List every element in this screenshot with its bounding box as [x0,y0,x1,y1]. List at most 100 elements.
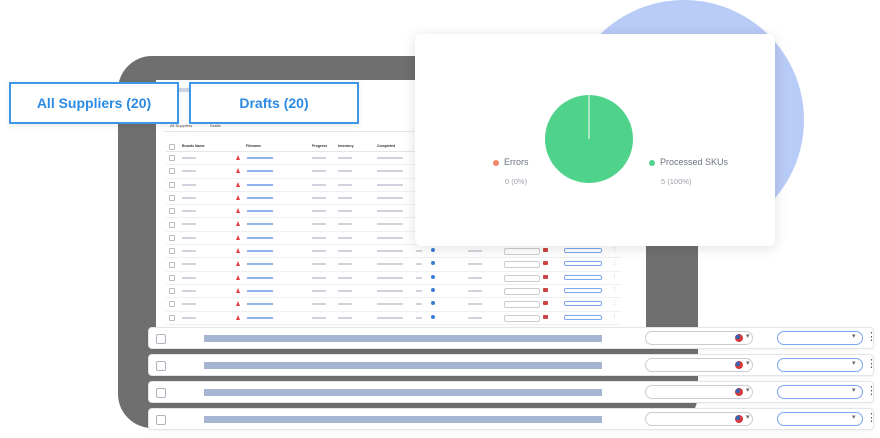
row-content-placeholder [204,389,602,396]
table-row[interactable]: ⋮ [166,245,621,259]
row-file-link[interactable] [247,263,273,266]
col-progress[interactable]: Progress [312,142,327,151]
chart-card: Errors 0 (0%) Processed SKUs 5 (100%) [415,34,775,246]
row-checkbox[interactable] [169,181,175,188]
action-select[interactable] [777,385,863,399]
col-filename[interactable]: Filename [246,142,261,151]
row-checkbox[interactable] [169,221,175,228]
warning-icon [236,194,240,200]
row-file-link[interactable] [247,316,273,319]
row-select[interactable] [504,287,540,295]
tab-drafts[interactable]: Drafts (20) [189,82,359,124]
warning-icon [236,301,240,307]
row-file-link[interactable] [247,170,273,173]
more-options-icon[interactable]: ⋮ [866,357,877,370]
row-select[interactable] [504,261,540,269]
row-file-link[interactable] [247,183,273,186]
table-row[interactable]: ▾ ▾ ⋮ [148,354,877,376]
more-icon[interactable]: ⋮ [612,299,617,308]
row-select[interactable] [504,248,540,256]
row-checkbox[interactable] [169,261,175,268]
legend-errors-label: Errors [504,157,529,167]
row-checkbox[interactable] [156,361,166,371]
action-select[interactable] [777,331,863,345]
row-brand-placeholder [182,223,196,226]
row-x [416,263,422,266]
row-checkbox[interactable] [169,195,175,202]
table-row[interactable]: ⋮ [166,298,621,312]
warning-icon [236,208,240,214]
row-checkbox[interactable] [156,388,166,398]
table-row[interactable]: ⋮ [166,312,621,325]
more-icon[interactable]: ⋮ [612,273,617,282]
more-icon[interactable]: ⋮ [612,313,617,322]
row-file-link[interactable] [247,223,273,226]
action-select[interactable] [777,358,863,372]
more-options-icon[interactable]: ⋮ [866,411,877,424]
row-progress [312,170,326,173]
row-completed [377,289,403,292]
row-checkbox[interactable] [169,208,175,215]
row-file-link[interactable] [247,276,273,279]
info-icon [431,301,435,306]
more-options-icon[interactable]: ⋮ [866,330,877,343]
table-row[interactable]: ⋮ [166,272,621,285]
row-inventory [338,183,352,186]
row-checkbox[interactable] [169,155,175,162]
row-action-select[interactable] [564,274,602,280]
row-inventory [338,316,352,319]
tab-all-suppliers[interactable]: All Suppliers (20) [9,82,179,124]
legend-processed-value: 5 (100%) [661,177,692,186]
row-checkbox[interactable] [156,334,166,344]
row-progress [312,210,326,213]
row-checkbox[interactable] [169,288,175,295]
row-checkbox[interactable] [169,234,175,241]
row-file-link[interactable] [247,250,273,253]
flag-icon [543,274,548,279]
row-action-select[interactable] [564,248,602,254]
row-select[interactable] [504,274,540,282]
row-file-link[interactable] [247,196,273,199]
row-brand-placeholder [182,170,196,173]
warning-icon [236,155,240,160]
row-checkbox[interactable] [169,314,175,321]
row-file-link[interactable] [247,236,273,239]
more-icon[interactable]: ⋮ [612,286,617,295]
row-checkbox[interactable] [156,415,166,425]
chevron-down-icon: ▾ [746,414,750,421]
col-inventory[interactable]: Inventory [338,142,354,151]
row-file-link[interactable] [247,289,273,292]
table-row[interactable]: ▾ ▾ ⋮ [148,327,877,349]
warning-icon [236,274,240,280]
row-checkbox[interactable] [169,248,175,255]
table-row[interactable]: ⋮ [166,258,621,272]
row-action-select[interactable] [564,314,602,320]
more-icon[interactable]: ⋮ [612,259,617,268]
table-row[interactable]: ▾ ▾ ⋮ [148,381,877,403]
row-action-select[interactable] [564,301,602,307]
row-completed [377,236,403,239]
row-file-link[interactable] [247,303,273,306]
row-select[interactable] [504,314,540,322]
row-progress [312,157,326,159]
table-row[interactable]: ⋮ [166,285,621,299]
chevron-down-icon: ▾ [852,387,856,394]
col-completed[interactable]: Completed [377,142,395,151]
row-action-select[interactable] [564,261,602,267]
row-checkbox[interactable] [169,168,175,175]
header-checkbox[interactable] [169,143,175,150]
row-checkbox[interactable] [169,274,175,281]
row-file-link[interactable] [247,210,273,213]
row-file-link[interactable] [247,157,273,159]
row-completed [377,263,403,266]
more-icon[interactable]: ⋮ [612,246,617,255]
more-options-icon[interactable]: ⋮ [866,384,877,397]
action-select[interactable] [777,412,863,426]
table-row[interactable]: ▾ ▾ ⋮ [148,408,877,430]
row-select[interactable] [504,301,540,309]
col-brands-name[interactable]: Brands Name [182,142,205,151]
row-completed [377,223,403,226]
row-action-select[interactable] [564,287,602,293]
legend-errors-value: 0 (0%) [505,177,528,186]
row-checkbox[interactable] [169,301,175,308]
